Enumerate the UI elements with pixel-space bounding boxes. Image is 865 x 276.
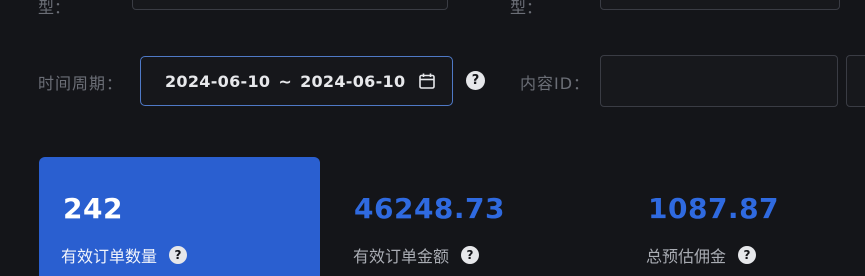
time-period-label: 时间周期： xyxy=(38,74,124,93)
order-amount-label-row: 有效订单金额 ? xyxy=(353,243,480,267)
order-count-help-icon[interactable]: ? xyxy=(169,246,188,264)
estimated-commission-label-row: 总预估佣金 ? xyxy=(646,243,757,267)
estimated-commission-label: 总预估佣金 xyxy=(646,247,727,266)
order-amount-help-icon[interactable]: ? xyxy=(461,246,480,264)
order-count-value: 242 xyxy=(63,192,123,225)
stat-card-order-count[interactable]: 242 有效订单数量 ? xyxy=(39,157,320,276)
stat-card-estimated-commission[interactable]: 1087.87 总预估佣金 ? xyxy=(620,157,865,276)
date-start[interactable]: 2024-06-10 xyxy=(165,72,270,91)
next-filter-input[interactable] xyxy=(846,55,865,107)
top-right-input[interactable] xyxy=(600,0,840,10)
order-amount-label: 有效订单金额 xyxy=(353,247,450,266)
estimated-commission-help-icon[interactable]: ? xyxy=(738,246,757,264)
top-left-input[interactable] xyxy=(132,0,448,10)
estimated-commission-value: 1087.87 xyxy=(648,192,780,225)
content-id-input[interactable] xyxy=(600,55,838,107)
top-right-label: 型： xyxy=(510,0,543,17)
top-left-label: 型： xyxy=(38,0,71,17)
time-period-help-icon[interactable]: ? xyxy=(466,71,485,90)
dashboard-page: 型： 型： 时间周期： 2024-06-10 ~ 2024-06-10 ? 内容… xyxy=(0,0,865,276)
calendar-icon[interactable] xyxy=(418,72,436,90)
date-end[interactable]: 2024-06-10 xyxy=(300,72,405,91)
content-id-label: 内容ID： xyxy=(520,74,591,93)
stat-card-order-amount[interactable]: 46248.73 有效订单金额 ? xyxy=(330,157,590,276)
date-range-picker[interactable]: 2024-06-10 ~ 2024-06-10 xyxy=(140,56,453,106)
order-count-label: 有效订单数量 xyxy=(61,247,158,266)
date-separator: ~ xyxy=(278,71,293,91)
order-amount-value: 46248.73 xyxy=(354,192,506,225)
order-count-label-row: 有效订单数量 ? xyxy=(61,243,188,267)
